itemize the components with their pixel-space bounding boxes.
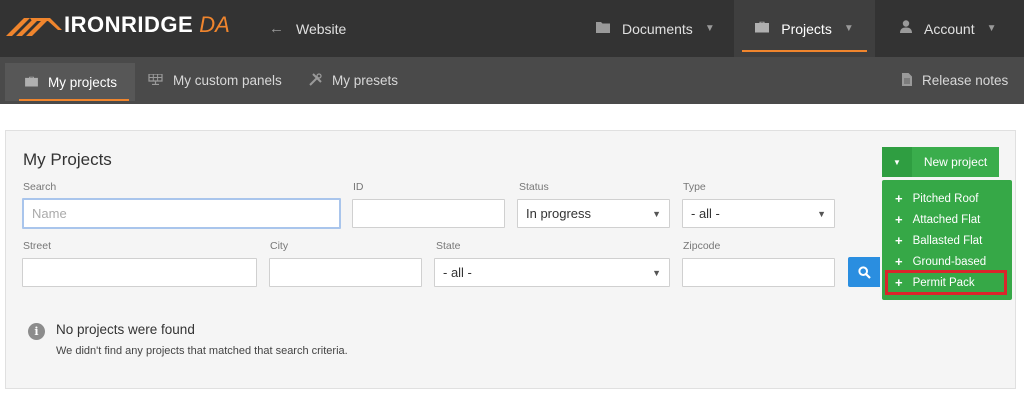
zipcode-input[interactable] [682,258,835,287]
folder-icon [596,20,610,37]
type-select[interactable]: - all - ▼ [682,199,835,228]
state-label: State [436,240,461,252]
active-indicator [19,99,130,101]
empty-state-title: No projects were found [56,322,195,337]
chevron-down-icon: ▼ [704,23,715,34]
tools-icon [309,72,322,89]
brand-name: IRONRIDGE [64,12,194,37]
arrow-left-icon: ← [269,20,284,37]
new-project-menu: + Pitched Roof + Attached Flat + Ballast… [882,180,1012,300]
status-select[interactable]: In progress ▼ [517,199,670,228]
menu-item-label: Ground-based [912,255,987,268]
menu-item-pitched-roof[interactable]: + Pitched Roof [882,188,1012,209]
subnav-my-projects-label: My projects [48,74,118,90]
dropdown-toggle[interactable]: ▼ [882,147,912,177]
status-value: In progress [526,206,592,221]
subnav-my-custom-panels[interactable]: My custom panels [148,57,282,104]
solar-panel-icon [148,73,163,88]
street-label: Street [23,240,52,252]
city-label: City [270,240,289,252]
menu-item-ground-based[interactable]: + Ground-based [882,251,1012,272]
info-icon: i [28,323,45,340]
city-input[interactable] [269,258,422,287]
nav-documents[interactable]: Documents ▼ [596,0,715,57]
state-select[interactable]: - all - ▼ [434,258,670,287]
subnav-my-projects[interactable]: My projects [5,63,136,101]
caret-down-icon: ▼ [893,157,901,167]
plus-icon: + [895,191,903,206]
subnav-my-presets-label: My presets [332,73,399,88]
state-value: - all - [443,265,472,280]
briefcase-icon [25,75,38,90]
subnav-release-notes[interactable]: Release notes [902,57,1008,104]
type-value: - all - [691,206,720,221]
menu-item-attached-flat[interactable]: + Attached Flat [882,209,1012,230]
subnav-my-presets[interactable]: My presets [309,57,398,104]
id-input[interactable] [352,199,505,228]
menu-item-label: Ballasted Flat [912,234,983,247]
sub-navbar: My projects My custom panels My presets … [0,57,1024,104]
nav-documents-label: Documents [622,20,693,37]
plus-icon: + [895,275,903,290]
nav-projects[interactable]: Projects ▼ [734,0,875,57]
type-label: Type [683,181,706,193]
nav-website-label: Website [296,20,347,37]
plus-icon: + [895,212,903,227]
menu-item-ballasted-flat[interactable]: + Ballasted Flat [882,230,1012,251]
status-label: Status [519,181,549,193]
menu-item-label: Attached Flat [912,213,981,226]
empty-state-message: We didn't find any projects that matched… [56,345,348,357]
chevron-down-icon: ▼ [817,208,826,219]
subnav-my-custom-panels-label: My custom panels [173,73,282,88]
menu-item-label: Permit Pack [912,276,975,289]
document-icon [902,72,912,89]
street-input[interactable] [22,258,257,287]
menu-item-label: Pitched Roof [912,192,979,205]
page-title: My Projects [23,150,112,169]
subnav-release-notes-label: Release notes [922,73,1009,88]
search-icon [857,265,871,279]
search-input[interactable]: Name [22,198,341,229]
new-project-label: New project [912,147,999,177]
chevron-down-icon: ▼ [652,208,661,219]
zipcode-label: Zipcode [683,240,721,252]
menu-item-permit-pack[interactable]: + Permit Pack [885,270,1007,295]
search-label: Search [23,181,57,193]
id-label: ID [353,181,364,193]
chevron-down-icon: ▼ [843,23,854,34]
search-button[interactable] [848,257,880,287]
nav-account[interactable]: Account ▼ [900,0,997,57]
roof-logo-icon [6,18,62,36]
projects-panel: My Projects Search Name ID Status In pro… [5,130,1016,389]
user-icon [900,20,912,37]
plus-icon: + [895,233,903,248]
new-project-button[interactable]: ▼ New project [882,147,999,177]
briefcase-icon [755,20,770,37]
chevron-down-icon: ▼ [652,267,661,278]
search-placeholder: Name [32,206,67,221]
plus-icon: + [895,254,903,269]
brand-suffix: DA [199,12,230,37]
ironridge-logo[interactable]: IRONRIDGE DA [6,11,230,39]
top-navbar: IRONRIDGE DA ← Website Documents ▼ Proje… [0,0,1024,57]
active-indicator [742,50,867,52]
nav-account-label: Account [924,20,975,37]
nav-projects-label: Projects [781,20,832,37]
nav-website[interactable]: ← Website [269,0,346,57]
chevron-down-icon: ▼ [986,23,997,34]
